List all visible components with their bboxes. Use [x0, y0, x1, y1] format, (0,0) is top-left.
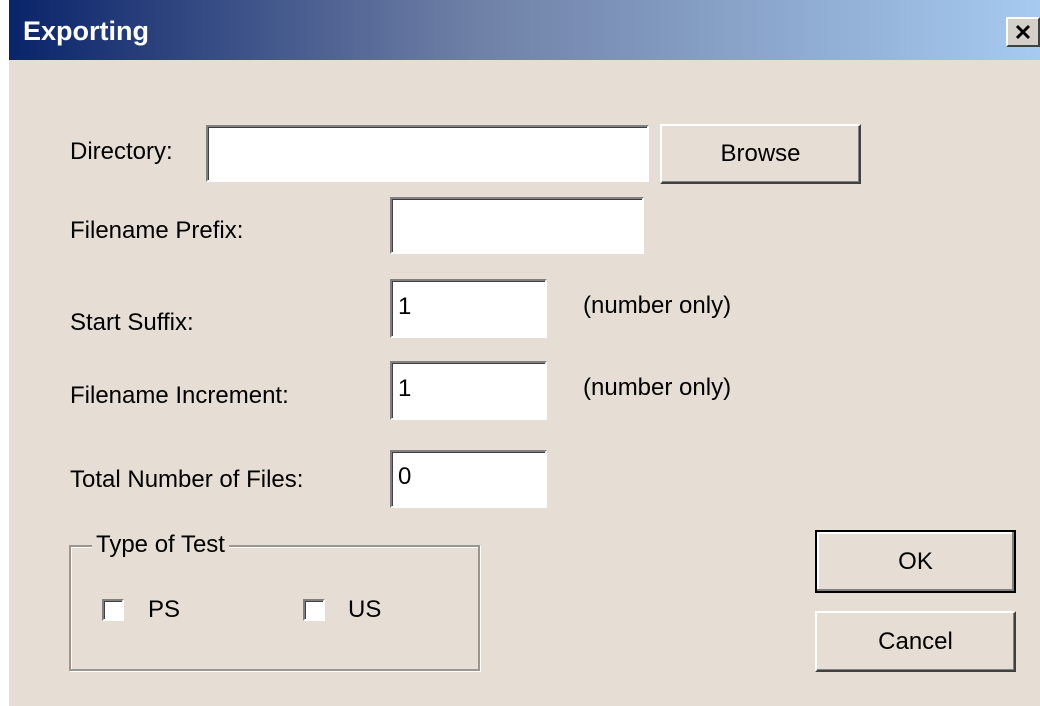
start-suffix-input[interactable] — [390, 279, 547, 338]
start-suffix-hint: (number only) — [583, 292, 732, 319]
us-checkbox[interactable] — [303, 599, 325, 621]
ps-label: PS — [148, 596, 181, 623]
total-files-label: Total Number of Files: — [70, 466, 304, 493]
filename-increment-hint: (number only) — [583, 374, 732, 401]
start-suffix-label: Start Suffix: — [70, 309, 194, 336]
ps-option[interactable]: PS — [102, 596, 202, 628]
us-label: US — [348, 596, 382, 623]
title-bar[interactable]: Exporting — [9, 0, 1040, 60]
filename-increment-label: Filename Increment: — [70, 382, 289, 409]
directory-label: Directory: — [70, 138, 173, 165]
filename-prefix-label: Filename Prefix: — [70, 217, 244, 244]
ps-checkbox[interactable] — [102, 599, 124, 621]
us-option[interactable]: US — [303, 596, 403, 628]
close-icon — [1013, 21, 1033, 48]
directory-input[interactable] — [206, 125, 649, 182]
close-button[interactable] — [1006, 17, 1040, 47]
test-type-legend: Type of Test — [92, 531, 229, 559]
export-dialog: Exporting Directory: Browse Filename Pre… — [0, 0, 1040, 706]
filename-increment-input[interactable] — [390, 361, 547, 420]
window-title: Exporting — [23, 16, 149, 46]
browse-button[interactable]: Browse — [660, 124, 861, 184]
filename-prefix-input[interactable] — [390, 197, 644, 254]
window-left-edge — [0, 0, 9, 706]
total-files-input[interactable] — [390, 450, 547, 508]
cancel-button[interactable]: Cancel — [815, 611, 1016, 672]
ok-button[interactable]: OK — [815, 530, 1016, 593]
